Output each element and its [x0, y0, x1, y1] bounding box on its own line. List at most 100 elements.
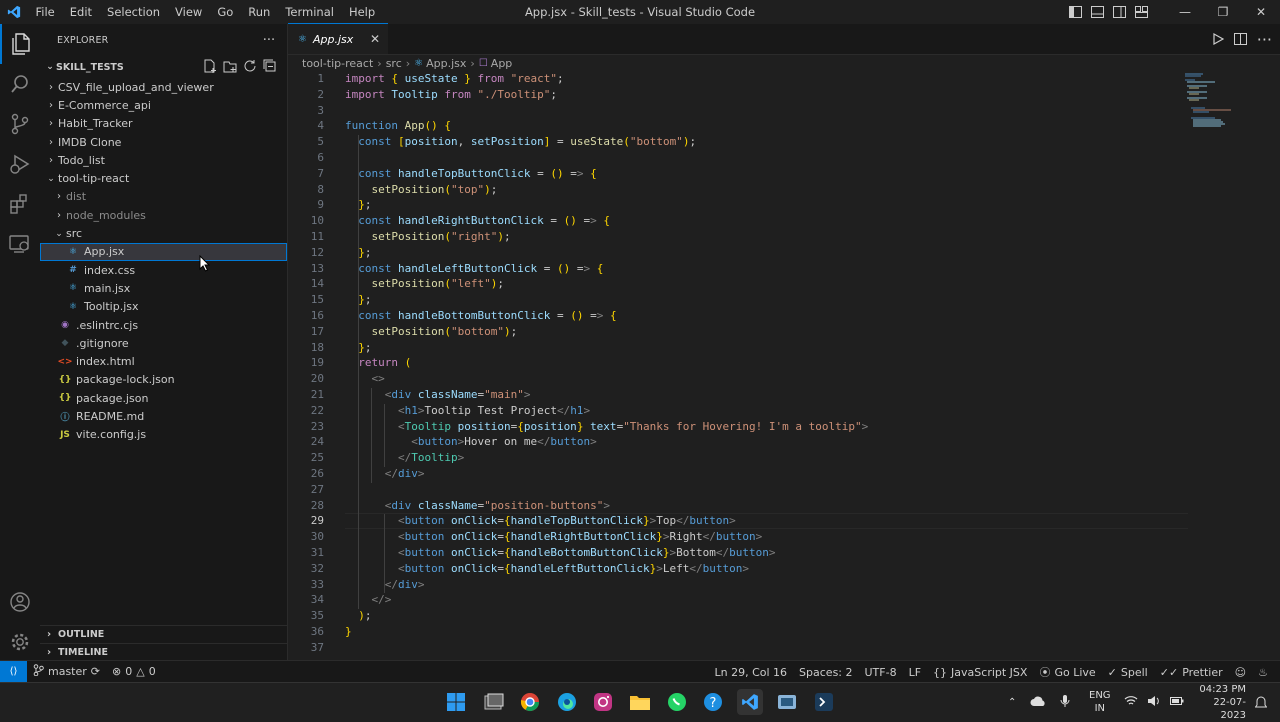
code-line[interactable]: setPosition("left");: [345, 277, 504, 290]
code-line[interactable]: <Tooltip position={position} text="Thank…: [345, 420, 868, 433]
extensions-icon[interactable]: [0, 184, 40, 224]
volume-icon[interactable]: [1147, 695, 1161, 710]
code-line[interactable]: <button onClick={handleRightButtonClick}…: [345, 530, 762, 543]
menu-item-edit[interactable]: Edit: [62, 0, 99, 24]
tree-folder-node-modules[interactable]: › node_modules: [40, 206, 287, 224]
tree-folder-todo-list[interactable]: › Todo_list: [40, 151, 287, 169]
new-folder-icon[interactable]: [223, 59, 237, 76]
run-file-icon[interactable]: [1212, 30, 1224, 49]
code-line[interactable]: setPosition("bottom");: [345, 325, 518, 338]
tree-file-app-jsx[interactable]: ⚛ App.jsx: [40, 242, 287, 261]
problems-indicator[interactable]: ⊗ 0 △ 0: [106, 665, 162, 678]
language-mode[interactable]: {} JavaScript JSX: [927, 666, 1033, 679]
timeline-section[interactable]: › TIMELINE: [40, 643, 287, 661]
notifications-bell-icon[interactable]: ♨: [1252, 666, 1274, 679]
explorer-icon[interactable]: [0, 24, 40, 64]
code-line[interactable]: };: [345, 198, 371, 211]
run-debug-icon[interactable]: [0, 144, 40, 184]
code-line[interactable]: <button onClick={handleTopButtonClick}>T…: [345, 514, 736, 527]
clock[interactable]: 04:23 PM 22-07-2023: [1198, 683, 1246, 721]
menu-item-go[interactable]: Go: [210, 0, 241, 24]
outline-section[interactable]: › OUTLINE: [40, 625, 287, 643]
code-line[interactable]: };: [345, 246, 371, 259]
editor-more-actions-icon[interactable]: ···: [1257, 30, 1272, 49]
tree-file-index-css[interactable]: # index.css: [40, 261, 287, 279]
encoding[interactable]: UTF-8: [859, 666, 903, 679]
snipping-tool-icon[interactable]: [774, 689, 800, 715]
tree-file-index-html[interactable]: <> index.html: [40, 352, 287, 370]
account-icon[interactable]: [0, 582, 40, 622]
code-line[interactable]: </>: [345, 593, 392, 606]
go-live-button[interactable]: ⦿ Go Live: [1033, 664, 1101, 680]
end-of-line[interactable]: LF: [903, 666, 927, 679]
split-editor-icon[interactable]: [1233, 30, 1247, 49]
refresh-icon[interactable]: [243, 59, 257, 76]
terminal-app-icon[interactable]: [811, 689, 837, 715]
menu-item-help[interactable]: Help: [341, 0, 382, 24]
edge-icon[interactable]: [554, 689, 580, 715]
restore-button[interactable]: ❐: [1204, 0, 1242, 24]
tree-file-package-json[interactable]: {} package.json: [40, 389, 287, 407]
code-line[interactable]: </div>: [345, 578, 425, 591]
breadcrumb-folder[interactable]: tool-tip-react: [302, 57, 373, 70]
tree-folder-imdb-clone[interactable]: › IMDB Clone: [40, 133, 287, 151]
menu-item-selection[interactable]: Selection: [100, 0, 168, 24]
prettier-button[interactable]: ✓✓ Prettier: [1154, 666, 1229, 679]
task-view-icon[interactable]: [481, 689, 507, 715]
views-more-icon[interactable]: ···: [261, 32, 277, 48]
instagram-icon[interactable]: [590, 689, 616, 715]
close-window-button[interactable]: ✕: [1242, 0, 1280, 24]
language-indicator[interactable]: ENG IN: [1089, 683, 1111, 721]
feedback-icon[interactable]: ☺: [1229, 666, 1252, 679]
code-line[interactable]: };: [345, 293, 371, 306]
notification-center-icon[interactable]: [1255, 683, 1267, 721]
spell-button[interactable]: ✓ Spell: [1102, 666, 1154, 679]
tree-folder-csv-file-upload-and-viewer[interactable]: › CSV_file_upload_and_viewer: [40, 78, 287, 96]
code-line[interactable]: return (: [345, 356, 411, 369]
help-icon[interactable]: ?: [700, 689, 726, 715]
code-line[interactable]: const handleTopButtonClick = () => {: [345, 167, 596, 180]
whatsapp-icon[interactable]: [664, 689, 690, 715]
tab-app-jsx[interactable]: ⚛ App.jsx ✕: [288, 23, 388, 54]
breadcrumb-symbol[interactable]: App: [491, 57, 513, 70]
tree-folder-e-commerce-api[interactable]: › E-Commerce_api: [40, 96, 287, 114]
tree-file-tooltip-jsx[interactable]: ⚛ Tooltip.jsx: [40, 298, 287, 316]
tree-file-package-lock-json[interactable]: {} package-lock.json: [40, 371, 287, 389]
battery-icon[interactable]: [1170, 696, 1184, 709]
code-line[interactable]: <button>Hover on me</button>: [345, 435, 596, 448]
code-line[interactable]: setPosition("top");: [345, 183, 498, 196]
tree-folder-src[interactable]: ⌄ src: [40, 224, 287, 242]
source-control-icon[interactable]: [0, 104, 40, 144]
file-explorer-icon[interactable]: [627, 689, 653, 715]
tree-file-gitignore[interactable]: ◆ .gitignore: [40, 334, 287, 352]
chrome-icon[interactable]: [517, 689, 543, 715]
menu-item-file[interactable]: File: [28, 0, 62, 24]
close-tab-icon[interactable]: ✕: [370, 32, 380, 46]
windows-start-icon[interactable]: [443, 689, 469, 715]
microphone-icon[interactable]: [1060, 694, 1070, 711]
code-line[interactable]: const handleLeftButtonClick = () => {: [345, 262, 603, 275]
menu-item-view[interactable]: View: [168, 0, 210, 24]
show-hidden-icons-icon[interactable]: ⌃: [1008, 697, 1016, 708]
code-line[interactable]: }: [345, 625, 352, 638]
search-icon[interactable]: [0, 64, 40, 104]
tree-folder-habit-tracker[interactable]: › Habit_Tracker: [40, 115, 287, 133]
branch-indicator[interactable]: master ⟳: [27, 664, 106, 679]
toggle-secondary-sidebar-icon[interactable]: [1108, 0, 1130, 24]
code-line[interactable]: setPosition("right");: [345, 230, 511, 243]
vscode-taskbar-icon[interactable]: [737, 689, 763, 715]
code-line[interactable]: const [position, setPosition] = useState…: [345, 135, 696, 148]
code-line[interactable]: );: [345, 609, 371, 622]
tree-file-eslintrc-cjs[interactable]: ◉ .eslintrc.cjs: [40, 316, 287, 334]
menu-item-terminal[interactable]: Terminal: [278, 0, 342, 24]
code-line[interactable]: <div className="main">: [345, 388, 531, 401]
menu-item-run[interactable]: Run: [241, 0, 278, 24]
indentation[interactable]: Spaces: 2: [793, 666, 858, 679]
code-line[interactable]: };: [345, 341, 371, 354]
code-line[interactable]: <h1>Tooltip Test Project</h1>: [345, 404, 590, 417]
sync-icon[interactable]: ⟳: [91, 665, 100, 678]
code-line[interactable]: </Tooltip>: [345, 451, 464, 464]
remote-indicator-icon[interactable]: ⟨⟩: [0, 660, 27, 683]
collapse-all-icon[interactable]: [263, 59, 277, 76]
code-line[interactable]: import { useState } from "react";: [345, 72, 564, 85]
